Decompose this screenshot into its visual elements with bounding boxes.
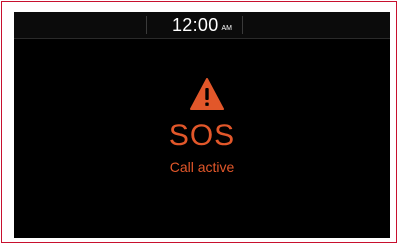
status-bar: 12:00 AM [14,12,390,39]
display-screen: 12:00 AM SOS Call active [14,12,390,238]
sos-title: SOS [168,119,236,152]
clock-time: 12:00 [171,15,219,35]
clock: 12:00 AM [14,14,390,40]
clock-ampm: AM [221,25,233,32]
warning-triangle-icon [190,78,224,110]
call-status-text: Call active [169,159,235,175]
outer-frame: 12:00 AM SOS Call active [1,1,397,243]
